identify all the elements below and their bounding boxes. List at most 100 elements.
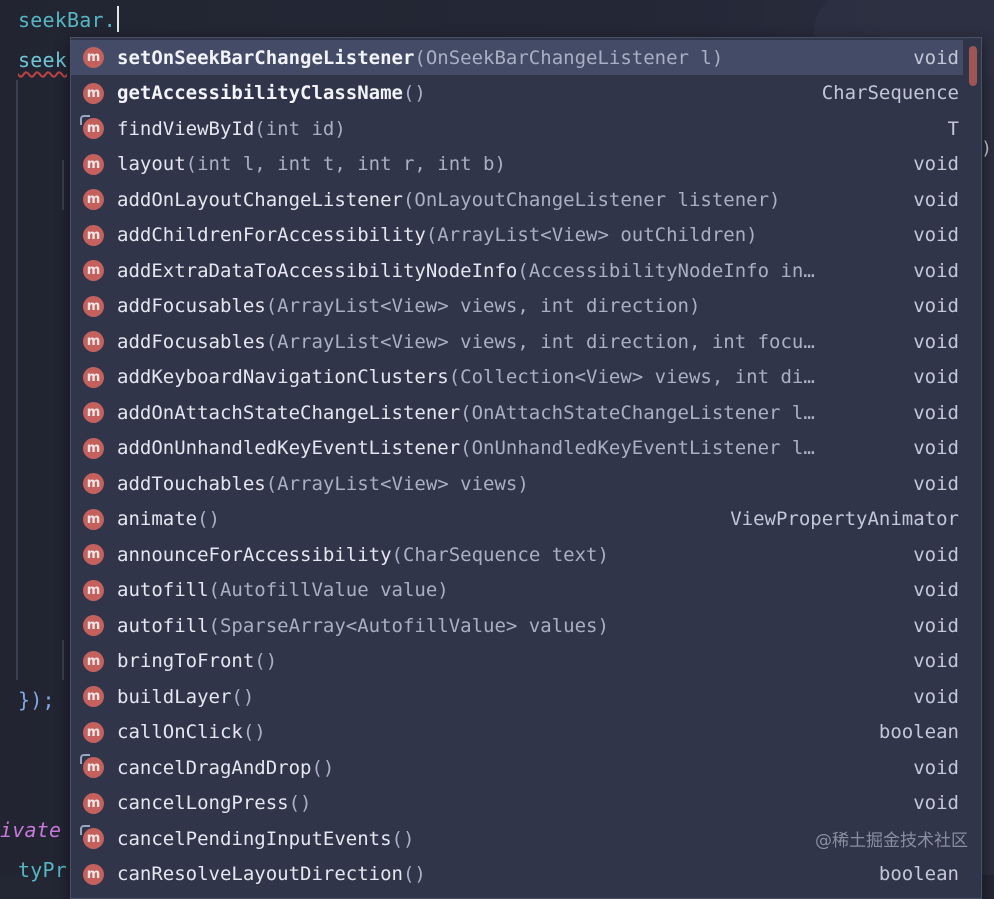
completion-item[interactable]: m findViewById (int id) T bbox=[71, 111, 963, 146]
completion-method-params: (AutofillValue value) bbox=[208, 579, 449, 601]
completion-method-name: autofill bbox=[117, 579, 209, 601]
method-icon: m bbox=[83, 366, 104, 388]
completion-item[interactable]: m autofill (SparseArray<AutofillValue> val… bbox=[71, 608, 963, 643]
completion-method-name: animate bbox=[117, 508, 198, 530]
completion-return-type: void bbox=[913, 543, 959, 566]
completion-method-params: () bbox=[242, 721, 266, 743]
method-icon: m bbox=[83, 544, 104, 565]
method-icon: m bbox=[83, 82, 104, 104]
completion-method-params: (CharSequence text) bbox=[391, 543, 609, 566]
method-icon: m bbox=[83, 437, 104, 459]
code-line[interactable]: seek bbox=[18, 48, 67, 72]
completion-method-params: () bbox=[311, 756, 335, 779]
method-override-icon: m bbox=[80, 825, 104, 849]
completion-item[interactable]: m addFocusables (ArrayList<View> views, in… bbox=[71, 324, 963, 359]
completion-item[interactable]: m announceForAccessibility (CharSequence t… bbox=[71, 537, 963, 572]
completion-method-name: addTouchables bbox=[117, 472, 266, 495]
completion-return-type: T bbox=[947, 117, 959, 140]
completion-method-name: cancelDragAndDrop bbox=[117, 756, 312, 779]
completion-item[interactable]: m setOnSeekBarChangeListener (OnSeekBarCha… bbox=[71, 40, 963, 75]
completion-method-name: findViewById bbox=[117, 117, 255, 140]
method-icon: m bbox=[83, 508, 104, 530]
completion-return-type: void bbox=[913, 685, 959, 708]
completion-scrollbar[interactable] bbox=[969, 46, 977, 86]
completion-item[interactable]: m addChildrenForAccessibility (ArrayList<V… bbox=[71, 218, 963, 253]
completion-method-name: autofill bbox=[117, 614, 209, 637]
completion-item[interactable]: m addTouchables (ArrayList<View> views) voi… bbox=[71, 466, 963, 501]
completion-method-name: buildLayer bbox=[117, 685, 232, 708]
completion-return-type: void bbox=[913, 650, 959, 672]
watermark: @稀土掘金技术社区 bbox=[815, 831, 968, 851]
completion-method-name: bringToFront bbox=[117, 650, 255, 672]
completion-item[interactable]: m addOnUnhandledKeyEventListener (OnUnhand… bbox=[71, 431, 963, 466]
completion-return-type: void bbox=[913, 437, 959, 459]
indent-guide bbox=[62, 640, 64, 680]
completion-item[interactable]: m autofill (AutofillValue value) void bbox=[71, 573, 963, 608]
completion-method-params: (int l, int t, int r, int b) bbox=[185, 153, 506, 175]
completion-method-params: (int id) bbox=[254, 117, 346, 140]
completion-method-name: announceForAccessibility bbox=[117, 543, 392, 566]
completion-method-params: () bbox=[402, 82, 426, 104]
completion-method-name: layout bbox=[117, 153, 186, 175]
completion-return-type: void bbox=[913, 330, 959, 353]
completion-return-type: void bbox=[913, 614, 959, 637]
completion-method-params: () bbox=[288, 792, 312, 814]
method-icon: m bbox=[83, 792, 104, 814]
completion-item[interactable]: m canResolveLayoutDirection() boolean bbox=[71, 857, 963, 892]
method-icon: m bbox=[83, 650, 104, 672]
indent-guide bbox=[16, 80, 18, 680]
code-line[interactable]: }); bbox=[18, 688, 55, 712]
completion-method-params: (Collection<View> views, int di… bbox=[448, 366, 815, 388]
method-icon: m bbox=[83, 615, 104, 636]
completion-return-type: boolean bbox=[878, 863, 959, 885]
code-line[interactable]: ivate bbox=[0, 818, 61, 842]
completion-item[interactable]: m layout (int l, int t, int r, int b) void bbox=[71, 147, 963, 182]
completion-item[interactable]: m getAccessibilityClassName() CharSequence bbox=[71, 76, 963, 111]
completion-method-name: addOnAttachStateChangeListener bbox=[117, 401, 461, 424]
completion-item[interactable]: m buildLayer() void bbox=[71, 679, 963, 714]
method-icon: m bbox=[83, 224, 104, 246]
completion-method-name: getAccessibilityClassName bbox=[117, 82, 403, 104]
completion-item[interactable]: m cancelDragAndDrop() void bbox=[71, 750, 963, 785]
method-icon: m bbox=[83, 686, 104, 707]
completion-return-type: boolean bbox=[878, 721, 959, 743]
completion-method-params: () bbox=[402, 863, 426, 885]
completion-item[interactable]: m addFocusables (ArrayList<View> views, in… bbox=[71, 289, 963, 324]
completion-return-type: void bbox=[913, 792, 959, 814]
completion-method-params: (OnUnhandledKeyEventListener l… bbox=[460, 437, 815, 459]
completion-item[interactable]: m addKeyboardNavigationClusters (Collectio… bbox=[71, 360, 963, 395]
indent-guide bbox=[62, 160, 64, 210]
completion-item[interactable]: m addOnLayoutChangeListener (OnLayoutChang… bbox=[71, 182, 963, 217]
text-caret bbox=[116, 6, 119, 32]
completion-return-type: ViewPropertyAnimator bbox=[730, 508, 959, 530]
code-completion-popup[interactable]: m setOnSeekBarChangeListener (OnSeekBarCha… bbox=[70, 37, 982, 899]
completion-item[interactable]: m bringToFront() void bbox=[71, 644, 963, 679]
completion-method-name: callOnClick bbox=[117, 721, 243, 743]
completion-method-params: (ArrayList<View> views) bbox=[265, 472, 529, 495]
completion-method-params: () bbox=[231, 685, 255, 708]
completion-return-type: void bbox=[913, 188, 959, 211]
completion-return-type: void bbox=[913, 46, 959, 69]
completion-return-type: void bbox=[913, 472, 959, 495]
completion-return-type: void bbox=[913, 153, 959, 175]
completion-method-name: addKeyboardNavigationClusters bbox=[117, 366, 449, 388]
method-override-icon: m bbox=[80, 754, 104, 778]
completion-method-params: (OnLayoutChangeListener listener) bbox=[402, 188, 781, 211]
completion-method-name: addChildrenForAccessibility bbox=[117, 224, 426, 246]
completion-item[interactable]: m callOnClick() boolean bbox=[71, 715, 963, 750]
completion-method-params: () bbox=[391, 827, 415, 850]
completion-item[interactable]: m cancelLongPress() void bbox=[71, 786, 963, 821]
completion-method-name: addOnLayoutChangeListener bbox=[117, 188, 403, 211]
code-line-current[interactable]: seekBar. bbox=[18, 6, 119, 32]
completion-return-type: void bbox=[913, 295, 959, 317]
completion-return-type: void bbox=[913, 259, 959, 282]
completion-method-name: cancelPendingInputEvents bbox=[117, 827, 392, 850]
code-line[interactable]: tyPr bbox=[18, 858, 67, 882]
completion-method-params: (AccessibilityNodeInfo in… bbox=[517, 259, 815, 282]
completion-item[interactable]: m addExtraDataToAccessibilityNodeInfo (Acc… bbox=[71, 253, 963, 288]
completion-item[interactable]: m animate() ViewPropertyAnimator bbox=[71, 502, 963, 537]
completion-return-type: void bbox=[913, 366, 959, 388]
completion-method-name: canResolveLayoutDirection bbox=[117, 863, 403, 885]
completion-return-type: void bbox=[913, 579, 959, 601]
completion-item[interactable]: m addOnAttachStateChangeListener (OnAttach… bbox=[71, 395, 963, 430]
